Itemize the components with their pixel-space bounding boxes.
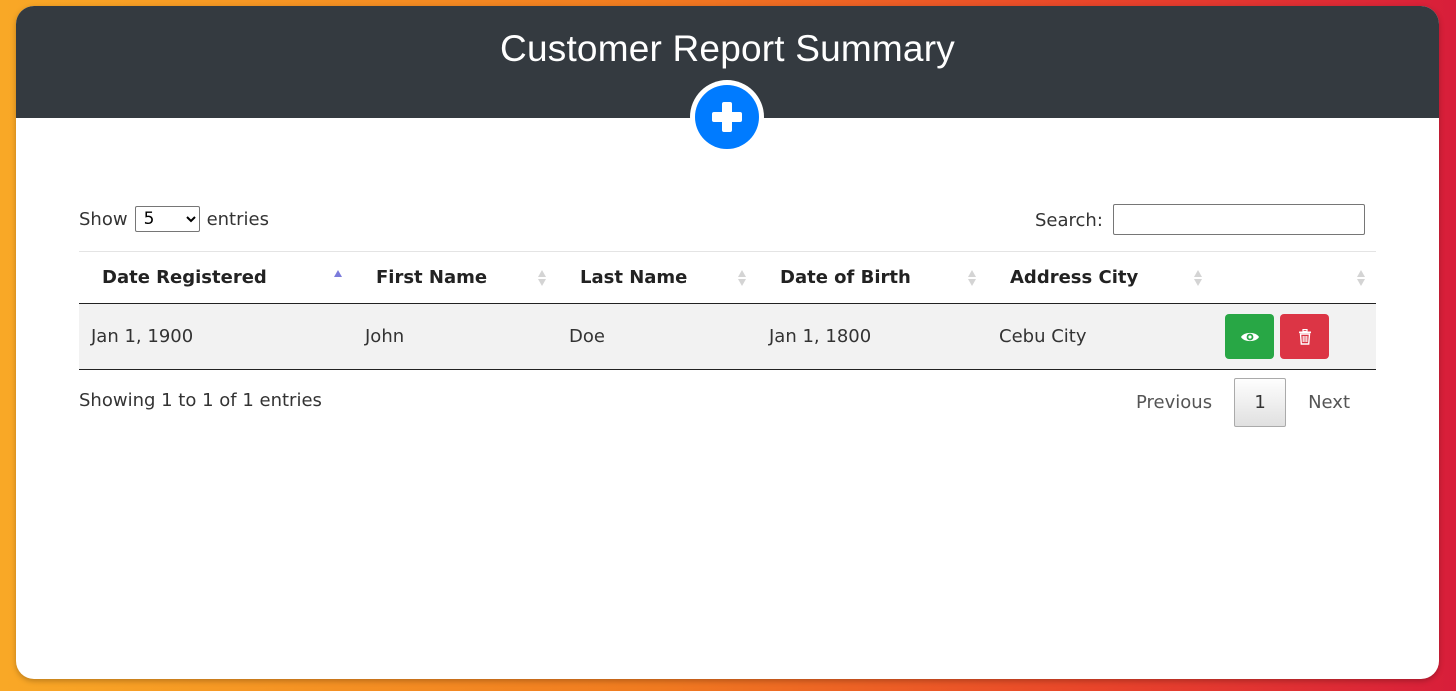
view-button[interactable]	[1225, 314, 1274, 359]
cell-date-registered: Jan 1, 1900	[79, 303, 353, 370]
delete-button[interactable]	[1280, 314, 1329, 359]
column-header-label: First Name	[376, 267, 488, 288]
table-header-row: Date Registered First Name Last Name Dat…	[79, 251, 1376, 304]
column-header-date-of-birth[interactable]: Date of Birth	[757, 252, 987, 304]
next-page-button[interactable]: Next	[1286, 392, 1366, 413]
pagination: Previous 1 Next	[1120, 378, 1366, 427]
sort-both-icon	[968, 270, 976, 286]
entries-length-control: Show 5 10 25 50 entries	[79, 206, 269, 232]
column-header-label: Last Name	[580, 267, 688, 288]
page-size-select[interactable]: 5 10 25 50	[134, 206, 200, 232]
trash-icon	[1298, 328, 1311, 345]
column-header-label: Address City	[1010, 267, 1139, 288]
page-button-current[interactable]: 1	[1234, 378, 1287, 427]
cell-actions	[1213, 303, 1376, 370]
table-row: Jan 1, 1900 John Doe Jan 1, 1800 Cebu Ci…	[79, 303, 1376, 370]
eye-icon	[1240, 332, 1259, 341]
search-control: Search:	[1035, 204, 1365, 235]
customer-table: Date Registered First Name Last Name Dat…	[79, 251, 1376, 370]
cell-last-name: Doe	[557, 303, 757, 370]
sort-both-icon	[1194, 270, 1202, 286]
cell-date-of-birth: Jan 1, 1800	[757, 303, 987, 370]
page-title: Customer Report Summary	[500, 28, 955, 69]
sort-both-icon	[538, 270, 546, 286]
column-header-date-registered[interactable]: Date Registered	[79, 252, 353, 304]
add-customer-button[interactable]	[690, 80, 764, 154]
report-card: Customer Report Summary Show 5 10 25 50 …	[16, 6, 1439, 679]
column-header-first-name[interactable]: First Name	[353, 252, 557, 304]
entries-label: entries	[206, 208, 269, 230]
table-info: Showing 1 to 1 of 1 entries	[79, 390, 322, 411]
search-input[interactable]	[1112, 204, 1365, 235]
cell-address-city: Cebu City	[987, 303, 1213, 370]
search-label: Search:	[1035, 210, 1103, 231]
sort-ascending-icon	[334, 270, 342, 277]
cell-first-name: John	[353, 303, 557, 370]
column-header-address-city[interactable]: Address City	[987, 252, 1213, 304]
plus-circle-icon	[695, 85, 759, 149]
column-header-label: Date Registered	[102, 267, 267, 288]
column-header-label: Date of Birth	[780, 267, 911, 288]
sort-both-icon	[1357, 270, 1365, 286]
show-label: Show	[79, 208, 128, 230]
column-header-last-name[interactable]: Last Name	[557, 252, 757, 304]
sort-both-icon	[738, 270, 746, 286]
column-header-actions[interactable]	[1213, 252, 1376, 304]
previous-page-button[interactable]: Previous	[1120, 392, 1234, 413]
